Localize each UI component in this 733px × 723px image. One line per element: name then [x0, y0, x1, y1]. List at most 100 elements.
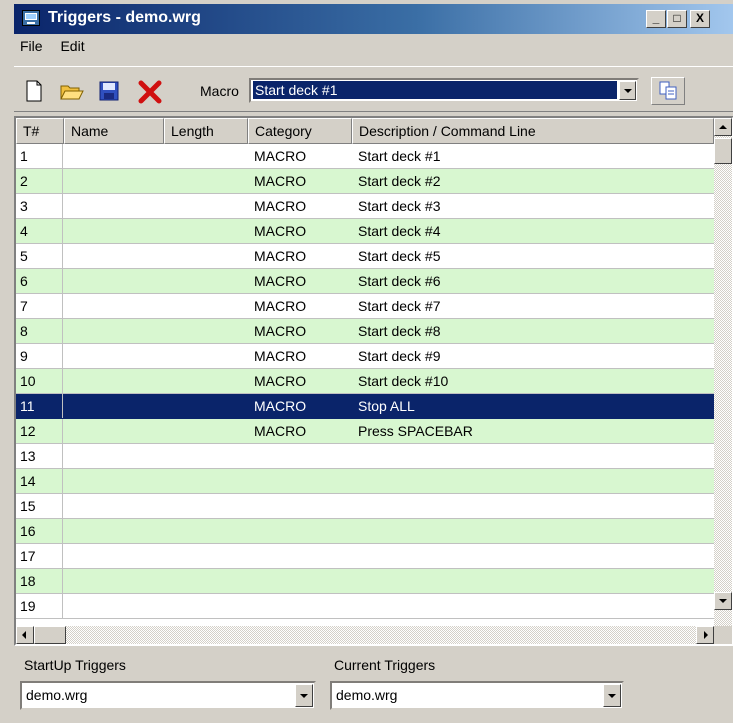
cell-trigger-number: 19 — [20, 594, 63, 618]
horizontal-scrollbar[interactable] — [16, 626, 714, 644]
menu-edit[interactable]: Edit — [60, 38, 84, 54]
cell-description — [358, 469, 708, 493]
copy-icon — [659, 81, 677, 100]
cell-description: Start deck #6 — [358, 273, 441, 289]
table-row[interactable]: 19 — [16, 594, 714, 619]
scroll-left-button[interactable] — [16, 626, 34, 644]
title-bar[interactable]: Triggers - demo.wrg _ □ X — [14, 4, 733, 34]
table-row[interactable]: 9 MACRO Start deck #9 — [16, 344, 714, 369]
table-row[interactable]: 11 MACRO Stop ALL — [16, 394, 714, 419]
triggers-window: Triggers - demo.wrg _ □ X File Edit Macr… — [0, 0, 733, 723]
cell-description: Start deck #5 — [358, 248, 441, 264]
cell-trigger-number: 16 — [20, 519, 63, 543]
table-row[interactable]: 6 MACRO Start deck #6 — [16, 269, 714, 294]
menu-file[interactable]: File — [20, 38, 43, 54]
column-header-t[interactable]: T# — [16, 118, 64, 144]
window-title: Triggers - demo.wrg — [48, 9, 201, 26]
cell-description: Press SPACEBAR — [358, 423, 473, 439]
delete-button[interactable] — [134, 77, 164, 105]
menu-bar: File Edit — [20, 38, 99, 60]
save-button[interactable] — [94, 77, 124, 105]
scroll-right-button[interactable] — [696, 626, 714, 644]
cell-description — [358, 569, 708, 593]
column-header-description[interactable]: Description / Command Line — [352, 118, 714, 144]
column-header-name[interactable]: Name — [64, 118, 164, 144]
table-row[interactable]: 15 — [16, 494, 714, 519]
copy-button[interactable] — [651, 77, 685, 105]
column-header-length[interactable]: Length — [164, 118, 248, 144]
chevron-down-icon[interactable] — [295, 684, 313, 707]
cell-trigger-number: 15 — [20, 494, 63, 518]
new-file-icon — [26, 80, 42, 102]
maximize-button[interactable]: □ — [667, 10, 687, 28]
cell-description: Start deck #9 — [358, 348, 441, 364]
cell-description — [358, 544, 708, 568]
table-row[interactable]: 1 MACRO Start deck #1 — [16, 144, 714, 169]
macro-label: Macro — [200, 83, 239, 99]
table-row[interactable]: 5 MACRO Start deck #5 — [16, 244, 714, 269]
cell-category: MACRO — [254, 423, 307, 439]
table-row[interactable]: 3 MACRO Start deck #3 — [16, 194, 714, 219]
current-triggers-dropdown[interactable]: demo.wrg — [330, 681, 624, 710]
startup-triggers-dropdown[interactable]: demo.wrg — [20, 681, 316, 710]
cell-description — [358, 519, 708, 543]
cell-category: MACRO — [254, 398, 307, 414]
table-row[interactable]: 17 — [16, 544, 714, 569]
app-monitor-icon — [22, 10, 40, 26]
table-row[interactable]: 18 — [16, 569, 714, 594]
cell-description: Start deck #7 — [358, 298, 441, 314]
cell-category: MACRO — [254, 373, 307, 389]
cell-trigger-number: 4 — [20, 219, 63, 243]
macro-selected-value: Start deck #1 — [253, 81, 617, 99]
table-row[interactable]: 8 MACRO Start deck #8 — [16, 319, 714, 344]
table-row[interactable]: 13 — [16, 444, 714, 469]
cell-description — [358, 594, 708, 618]
cell-trigger-number: 11 — [20, 394, 63, 418]
cell-description: Start deck #2 — [358, 173, 441, 189]
cell-description: Start deck #1 — [358, 148, 441, 164]
horizontal-scroll-thumb[interactable] — [34, 626, 66, 644]
cell-description: Start deck #8 — [358, 323, 441, 339]
cell-category: MACRO — [254, 348, 307, 364]
cell-category: MACRO — [254, 248, 307, 264]
scroll-up-button[interactable] — [714, 118, 732, 136]
triggers-grid[interactable]: T# Name Length Category Description / Co… — [14, 116, 733, 646]
cell-description: Start deck #3 — [358, 198, 441, 214]
toolbar: Macro Start deck #1 — [14, 66, 733, 112]
scroll-down-button[interactable] — [714, 592, 732, 610]
chevron-down-icon[interactable] — [619, 81, 636, 100]
table-row[interactable]: 4 MACRO Start deck #4 — [16, 219, 714, 244]
table-row[interactable]: 12 MACRO Press SPACEBAR — [16, 419, 714, 444]
cell-trigger-number: 9 — [20, 344, 63, 368]
current-triggers-value: demo.wrg — [336, 687, 398, 703]
open-button[interactable] — [56, 77, 86, 105]
macro-dropdown[interactable]: Start deck #1 — [249, 78, 639, 103]
cell-trigger-number: 18 — [20, 569, 63, 593]
table-row[interactable]: 14 — [16, 469, 714, 494]
cell-trigger-number: 5 — [20, 244, 63, 268]
vertical-scroll-thumb[interactable] — [714, 138, 732, 164]
cell-trigger-number: 1 — [20, 144, 63, 168]
scroll-corner — [714, 626, 732, 644]
column-header-category[interactable]: Category — [248, 118, 352, 144]
cell-trigger-number: 14 — [20, 469, 63, 493]
table-row[interactable]: 10 MACRO Start deck #10 — [16, 369, 714, 394]
cell-category: MACRO — [254, 148, 307, 164]
chevron-down-icon[interactable] — [603, 684, 621, 707]
cell-category: MACRO — [254, 298, 307, 314]
cell-category — [254, 494, 354, 518]
cell-category: MACRO — [254, 173, 307, 189]
table-row[interactable]: 2 MACRO Start deck #2 — [16, 169, 714, 194]
cell-trigger-number: 3 — [20, 194, 63, 218]
cell-trigger-number: 6 — [20, 269, 63, 293]
cell-category: MACRO — [254, 223, 307, 239]
table-row[interactable]: 7 MACRO Start deck #7 — [16, 294, 714, 319]
vertical-scrollbar[interactable] — [714, 118, 732, 626]
cell-category: MACRO — [254, 198, 307, 214]
table-row[interactable]: 16 — [16, 519, 714, 544]
close-button[interactable]: X — [690, 10, 710, 28]
cell-category: MACRO — [254, 273, 307, 289]
minimize-button[interactable]: _ — [646, 10, 666, 28]
cell-category — [254, 594, 354, 618]
new-file-button[interactable] — [20, 77, 50, 105]
